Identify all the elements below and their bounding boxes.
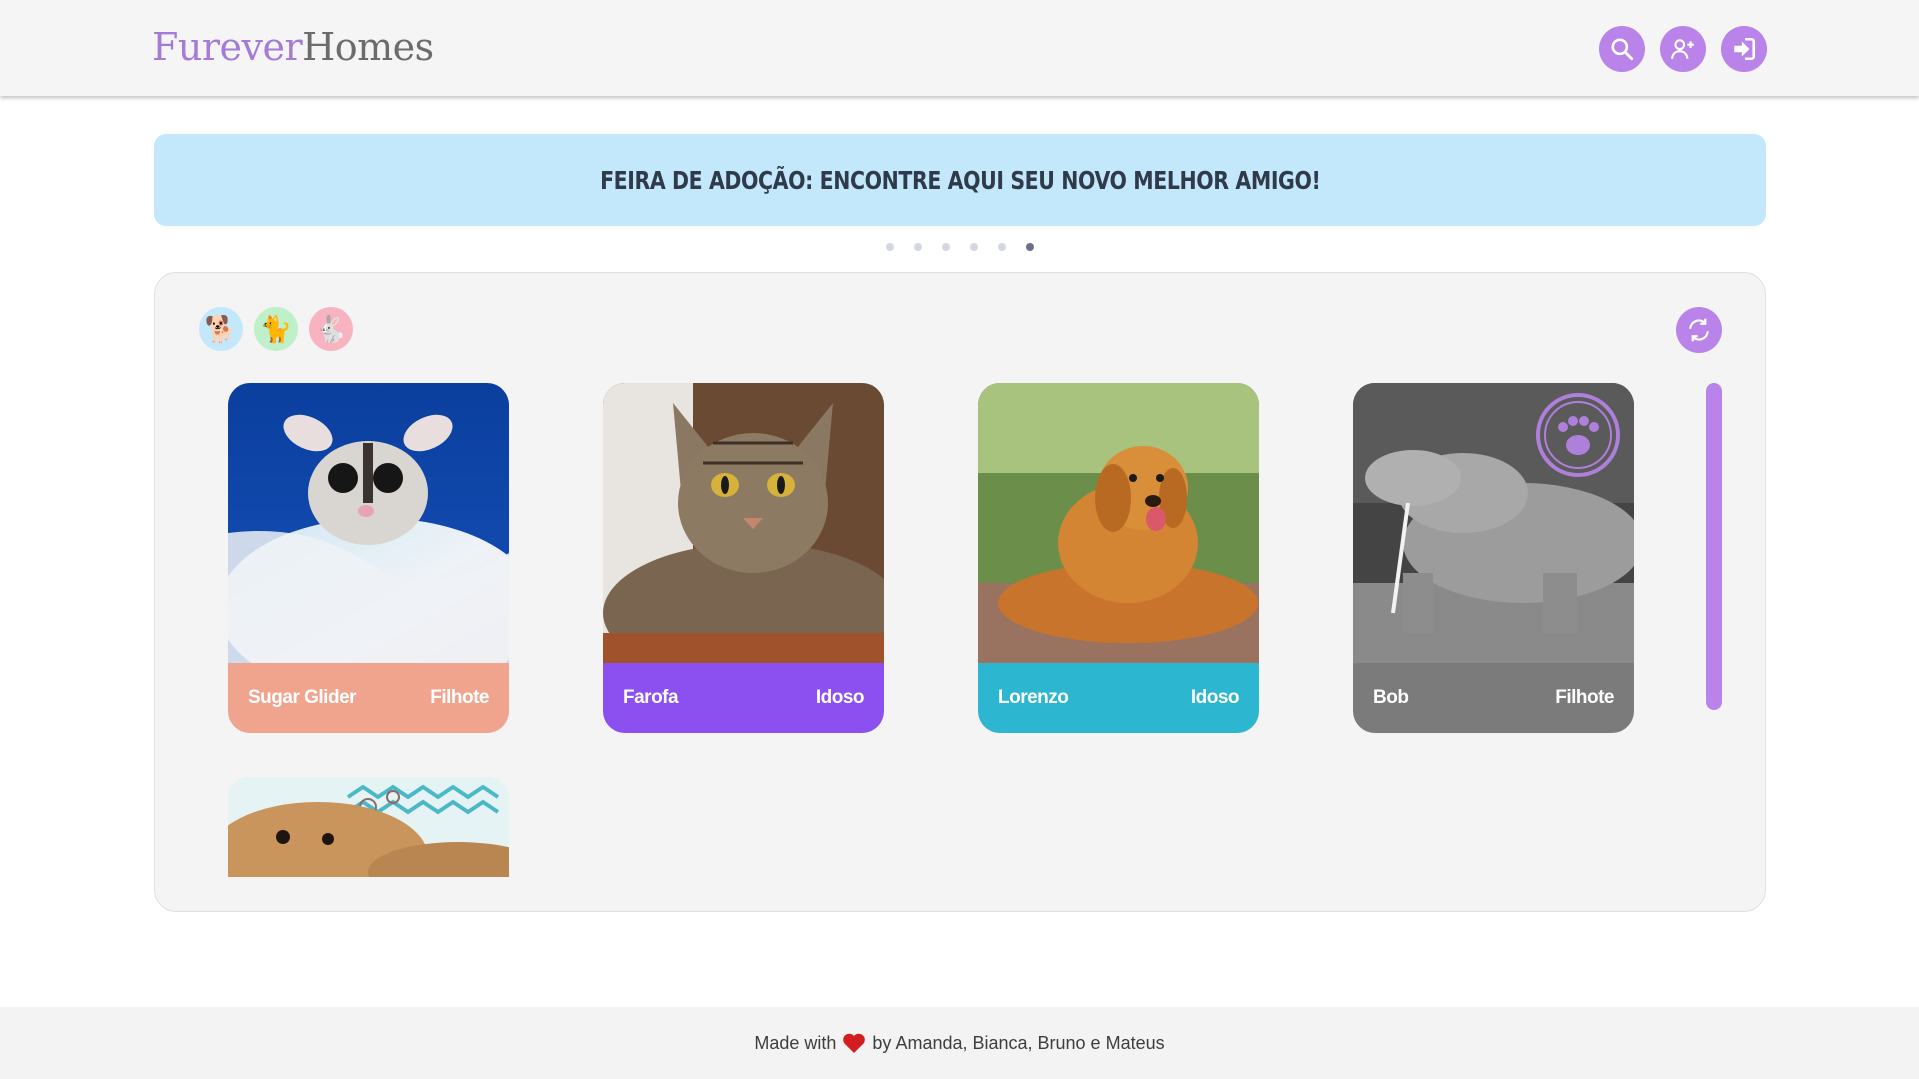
pet-name: Farofa — [623, 687, 679, 708]
footer: Made with by Amanda, Bianca, Bruno e Mat… — [0, 1007, 1919, 1079]
pets-panel: 🐕 🐈 🐇 Sugar Glider Filhote Farofa Idoso … — [154, 272, 1766, 912]
rabbit-icon: 🐇 — [314, 314, 348, 344]
carousel-dot[interactable] — [942, 243, 950, 251]
carousel-dot[interactable] — [970, 243, 978, 251]
register-button[interactable] — [1660, 26, 1706, 72]
add-user-icon — [1671, 39, 1694, 59]
tabby-cat-photo — [603, 383, 884, 663]
login-icon — [1734, 37, 1756, 61]
pet-name: Sugar Glider — [248, 687, 357, 708]
pet-card-footer: Farofa Idoso — [603, 663, 884, 733]
top-header: FureverHomes — [0, 0, 1919, 96]
pet-age: Idoso — [815, 687, 865, 708]
pet-card-footer: Lorenzo Idoso — [978, 663, 1259, 733]
dog-icon: 🐕 — [204, 314, 238, 344]
pet-card[interactable]: Bob Filhote — [1353, 383, 1634, 733]
banner-text: Feira de adoção: encontre aqui seu novo … — [599, 165, 1321, 195]
pet-card[interactable]: Lorenzo Idoso — [978, 383, 1259, 733]
pet-name: Bob — [1373, 687, 1409, 708]
golden-retriever-photo — [978, 383, 1259, 663]
filter-rabbit-button[interactable]: 🐇 — [309, 307, 353, 351]
pet-card-footer: Sugar Glider Filhote — [228, 663, 509, 733]
pet-age: Filhote — [430, 687, 489, 708]
carousel-dot[interactable] — [886, 243, 894, 251]
pet-age: Filhote — [1555, 687, 1614, 708]
refresh-icon — [1689, 318, 1709, 342]
logo[interactable]: FureverHomes — [152, 22, 434, 72]
pet-card[interactable] — [228, 777, 509, 877]
dog-photo — [228, 777, 509, 877]
carousel-dot-active[interactable] — [1026, 243, 1034, 251]
carousel-indicators — [0, 243, 1919, 253]
cat-icon: 🐈 — [259, 314, 293, 344]
pet-name: Lorenzo — [998, 687, 1069, 708]
footer-authors: by Amanda, Bianca, Bruno e Mateus — [872, 1032, 1165, 1053]
logo-part-1: Furever — [152, 25, 303, 69]
pet-card[interactable]: Farofa Idoso — [603, 383, 884, 733]
scrollbar-thumb[interactable] — [1706, 383, 1722, 710]
search-icon — [1611, 38, 1634, 61]
carousel-dot[interactable] — [998, 243, 1006, 251]
heart-icon — [843, 1033, 866, 1053]
pet-card[interactable]: Sugar Glider Filhote — [228, 383, 509, 733]
carousel-dot[interactable] — [914, 243, 922, 251]
refresh-button[interactable] — [1676, 307, 1722, 353]
logo-part-2: Homes — [302, 25, 434, 69]
login-button[interactable] — [1721, 26, 1767, 72]
search-button[interactable] — [1599, 26, 1645, 72]
promo-banner[interactable]: Feira de adoção: encontre aqui seu novo … — [154, 134, 1766, 226]
komodo-dragon-photo — [1353, 383, 1634, 663]
footer-made-with: Made with — [754, 1032, 837, 1053]
filter-cat-button[interactable]: 🐈 — [254, 307, 298, 351]
filter-dog-button[interactable]: 🐕 — [199, 307, 243, 351]
sugar-glider-photo — [228, 383, 509, 663]
pet-age: Idoso — [1190, 687, 1240, 708]
pet-card-footer: Bob Filhote — [1353, 663, 1634, 733]
